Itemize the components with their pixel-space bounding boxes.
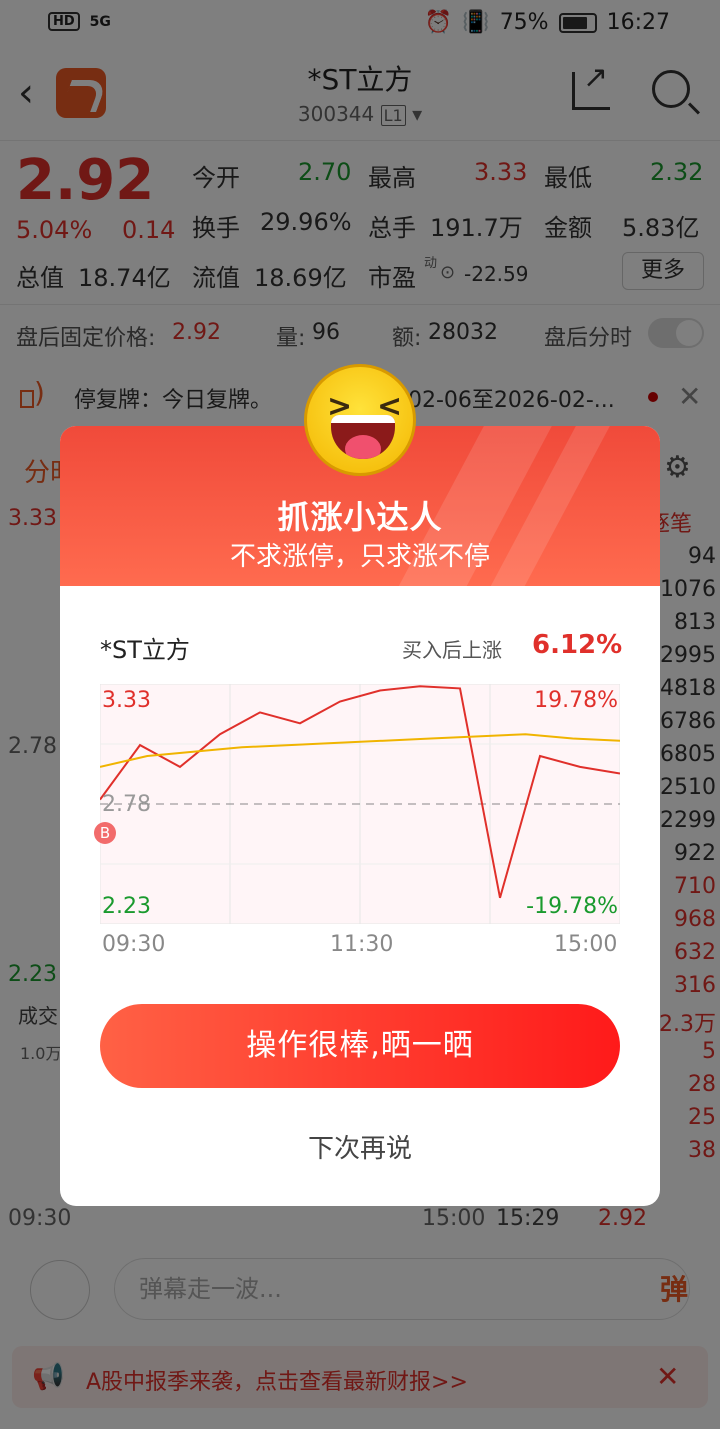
modal-stock-name: *ST立方 <box>100 636 190 664</box>
buy-marker: B <box>94 822 116 844</box>
y-high-label: 3.33 <box>102 688 151 713</box>
pct-high-label: 19.78% <box>534 688 618 713</box>
mini-chart-svg <box>100 684 620 924</box>
later-button[interactable]: 下次再说 <box>60 1128 660 1165</box>
y-low-label: 2.23 <box>102 894 151 919</box>
y-mid-label: 2.78 <box>102 792 151 817</box>
share-button[interactable]: 操作很棒,晒一晒 <box>100 1004 620 1088</box>
x-start-label: 09:30 <box>102 932 166 957</box>
achievement-modal: 抓涨小达人 不求涨停，只求涨不停 *ST立方 买入后上涨 6.12% 3.33 … <box>60 426 660 1206</box>
x-mid-label: 11:30 <box>330 932 394 957</box>
modal-title: 抓涨小达人 <box>277 498 443 536</box>
laughing-emoji-icon: > < <box>304 364 416 476</box>
intraday-mini-chart: 3.33 2.78 2.23 19.78% -19.78% B <box>94 684 620 924</box>
mouth <box>331 415 395 459</box>
modal-subtitle: 不求涨停，只求涨不停 <box>229 542 490 572</box>
gain-value: 6.12% <box>532 630 623 660</box>
gain-label: 买入后上涨 <box>402 638 502 662</box>
pct-low-label: -19.78% <box>526 894 618 919</box>
x-end-label: 15:00 <box>554 932 618 957</box>
